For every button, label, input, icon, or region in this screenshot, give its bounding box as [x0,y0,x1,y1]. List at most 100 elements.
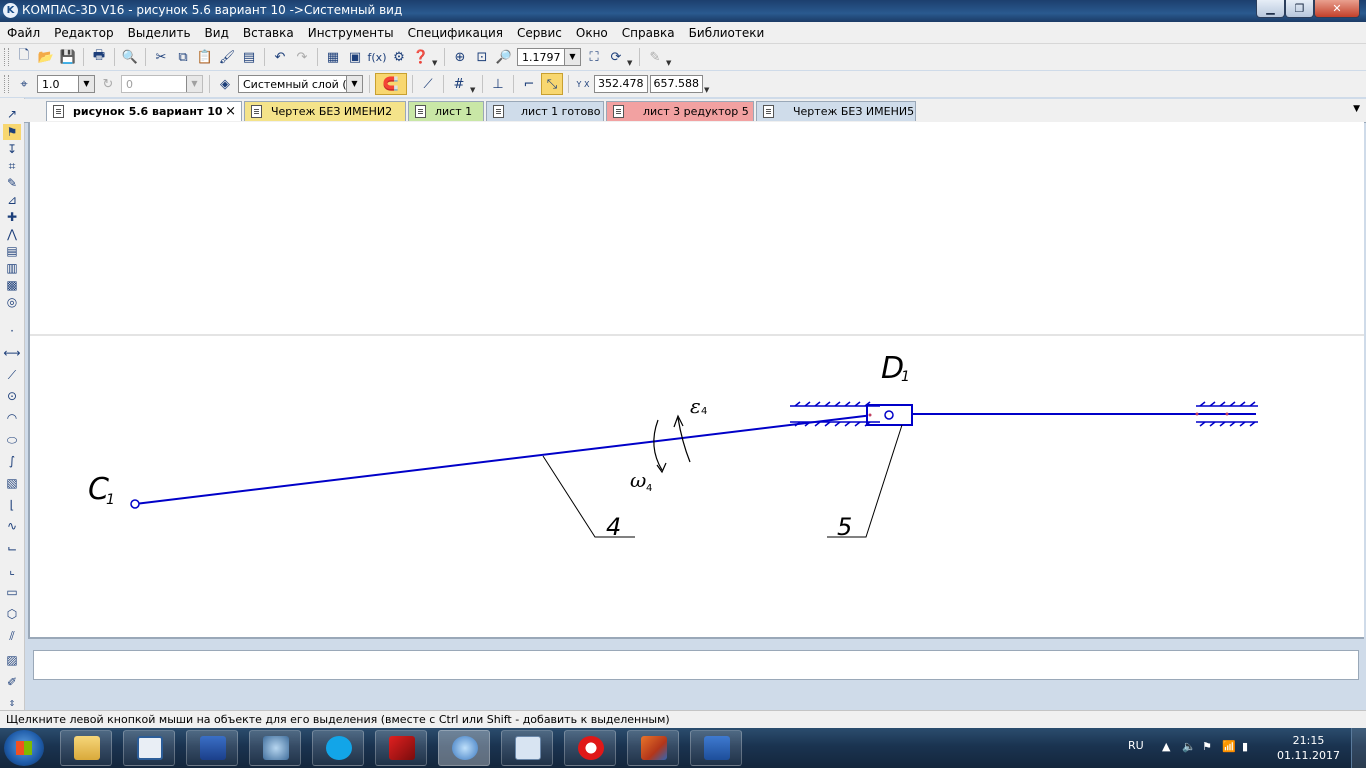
joint-c1[interactable] [130,499,140,509]
paste-icon[interactable]: 📋 [195,47,215,67]
geometry-icon[interactable]: ⚑ [3,124,21,140]
undo-icon[interactable]: ↶ [270,47,290,67]
start-button[interactable] [4,730,44,766]
rectangle-icon[interactable]: ▭ [3,584,21,600]
calculate-icon[interactable]: ⚙ [389,47,409,67]
tab-sheet-3-reducer[interactable]: лист 3 редуктор 5 [606,101,754,121]
zoom-combo[interactable]: 1.1797 ▼ [517,48,581,66]
fillet-icon[interactable]: ⌞ [3,562,21,578]
dimensions-icon[interactable]: ↧ [3,141,21,157]
local-cs-icon[interactable]: ⊥ [488,74,508,94]
joint-d1[interactable] [884,410,894,420]
toolbar-overflow-icon[interactable]: ▼ [432,48,440,67]
toolbar-overflow-icon[interactable]: ▼ [627,48,635,67]
minimize-button[interactable]: ▁ [1256,0,1285,18]
toolbar-overflow-icon[interactable]: ▼ [704,75,712,94]
menu-help[interactable]: Справка [615,26,682,40]
grid-icon[interactable]: # [449,74,469,94]
report-icon[interactable]: ▥ [3,260,21,276]
menu-libraries[interactable]: Библиотеки [682,26,772,40]
spline-icon[interactable]: ∫ [3,453,21,469]
tab-drawing-unnamed-5[interactable]: Чертеж БЕЗ ИМЕНИ5 [756,101,916,121]
point-icon[interactable]: · [3,323,21,339]
menu-insert[interactable]: Вставка [236,26,301,40]
show-all-icon[interactable]: ⛶ [584,47,604,67]
round-icon[interactable]: ⤡ [541,73,563,95]
language-indicator[interactable]: RU [1128,739,1144,752]
chevron-down-icon[interactable]: ▼ [564,49,580,65]
maximize-button[interactable]: ❐ [1285,0,1314,18]
toolbar-grip[interactable] [4,48,9,66]
network-icon[interactable]: 📶 [1222,740,1236,754]
arrow-up-icon[interactable]: ↗ [3,106,21,122]
chevron-down-icon[interactable]: ▼ [78,76,94,92]
hatch-icon[interactable]: ▧ [3,475,21,491]
print-icon[interactable]: 🖶 [89,47,109,67]
open-folder-icon[interactable]: 📂 [36,47,56,67]
arc-icon[interactable]: ◠ [3,410,21,426]
print-preview-icon[interactable]: 🔍 [120,47,140,67]
coord-x-field[interactable]: 352.478 [594,75,648,93]
layers-icon[interactable]: ◈ [215,74,235,94]
redo-icon[interactable]: ↷ [292,47,312,67]
menu-tools[interactable]: Инструменты [301,26,401,40]
volume-icon[interactable]: 🔈 [1182,740,1196,754]
cut-icon[interactable]: ✂ [151,47,171,67]
editing-icon[interactable]: ✎ [3,175,21,191]
action-center-icon[interactable]: ⚑ [1202,740,1214,754]
polyline-icon[interactable]: ∿ [3,518,21,534]
menu-file[interactable]: Файл [0,26,47,40]
taskbar-app-presentation[interactable] [123,730,175,766]
fill-icon[interactable]: ▨ [3,652,21,668]
equidistant-icon[interactable]: ⫽ [3,628,21,644]
close-icon[interactable]: × [225,102,236,121]
chamfer-icon[interactable]: ⌙ [3,540,21,556]
drawing-svg[interactable]: C 1 D 1 ε 4 ω 4 4 5 [30,122,1364,637]
tab-drawing-unnamed-2[interactable]: Чертеж БЕЗ ИМЕНИ2 [244,101,406,121]
tab-sheet-1[interactable]: лист 1 [408,101,484,121]
ellipse-icon[interactable]: ⬭ [3,432,21,448]
drawing-canvas[interactable]: C 1 D 1 ε 4 ω 4 4 5 [28,122,1364,639]
circle-icon[interactable]: ⊙ [3,388,21,404]
views-icon[interactable]: ◎ [3,294,21,310]
taskbar-app-kaspersky[interactable] [375,730,427,766]
close-button[interactable]: ✕ [1314,0,1360,18]
help-pointer-icon[interactable]: ❓ [411,47,431,67]
grid-snap-icon[interactable]: ⌖ [14,74,34,94]
toolbar-overflow-icon[interactable]: ▼ [470,75,478,94]
taskbar-app-skype[interactable] [312,730,364,766]
taskbar-app-matlab[interactable] [627,730,679,766]
menu-select[interactable]: Выделить [121,26,198,40]
copy-properties-icon[interactable]: 🖌 [217,47,237,67]
tray-expand-icon[interactable]: ▲ [1162,740,1174,754]
parametrization-icon[interactable]: ⊿ [3,192,21,208]
refresh-icon[interactable]: ⟳ [606,47,626,67]
insert-icon[interactable]: ▩ [3,277,21,293]
polygon-icon[interactable]: ⬡ [3,606,21,622]
contour-icon[interactable]: ⌊ [3,497,21,513]
taskbar-app-calculator[interactable] [501,730,553,766]
taskbar-app-save[interactable] [186,730,238,766]
tab-sheet-1-ready[interactable]: лист 1 готово [486,101,604,121]
taskbar-app-search[interactable] [249,730,301,766]
menu-specification[interactable]: Спецификация [401,26,510,40]
properties-icon[interactable]: ▤ [239,47,259,67]
tabs-dropdown-icon[interactable]: ▼ [1353,104,1360,114]
toolbar-overflow-icon[interactable]: ▼ [666,48,674,67]
taskbar-app-word[interactable] [690,730,742,766]
spec-icon[interactable]: ▤ [3,243,21,259]
chevron-down-icon[interactable]: ▼ [346,76,362,92]
menu-window[interactable]: Окно [569,26,615,40]
properties-field[interactable] [33,650,1359,680]
save-icon[interactable]: 💾 [58,47,78,67]
manager-icon[interactable]: ▦ [323,47,343,67]
line-scale-combo[interactable]: 1.0 ▼ [37,75,95,93]
taskbar-app-explorer[interactable] [60,730,112,766]
auxiliary-line-icon[interactable]: ⟷ [3,345,21,361]
ortho-mode-icon[interactable]: ⌐ [519,74,539,94]
snap-magnet-icon[interactable]: 🧲 [375,73,407,95]
tab-drawing-5-6[interactable]: рисунок 5.6 вариант 10 × [46,101,242,121]
ortho-icon[interactable]: ⟋ [418,74,438,94]
copy-icon[interactable]: ⧉ [173,47,193,67]
zoom-in-icon[interactable]: ⊕ [450,47,470,67]
